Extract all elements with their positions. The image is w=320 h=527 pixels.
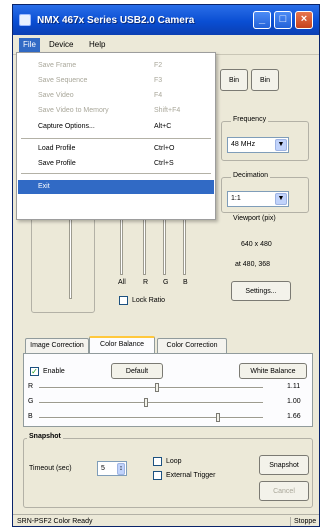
file-menu-item-shortcut: Shift+F4 <box>154 107 181 114</box>
enable-label: Enable <box>43 368 65 375</box>
file-menu-item-shortcut: Ctrl+S <box>154 160 174 167</box>
file-menu-item-label: Save Video <box>38 92 74 99</box>
gain-label-b: B <box>183 279 188 286</box>
channel-value: 1.11 <box>287 383 301 390</box>
frequency-select[interactable]: 48 MHz ▼ <box>227 137 289 153</box>
channel-label: G <box>28 398 34 405</box>
color-balance-slider-track[interactable] <box>39 402 263 404</box>
timeout-value: 5 <box>101 465 105 472</box>
bin-button-1[interactable]: Bin <box>220 69 248 91</box>
menu-separator <box>21 173 211 174</box>
spin-arrows-icon[interactable]: ↕ <box>117 463 125 475</box>
menu-device[interactable]: Device <box>45 38 77 52</box>
app-icon <box>19 14 31 26</box>
tab-color-balance[interactable]: Color Balance <box>89 336 155 354</box>
default-button[interactable]: Default <box>111 363 163 379</box>
lock-ratio-label: Lock Ratio <box>132 297 166 304</box>
color-balance-slider-track[interactable] <box>39 417 263 419</box>
camera-window: NMX 467x Series USB2.0 Camera _ □ × File… <box>12 4 320 527</box>
file-menu-item-shortcut: F4 <box>154 92 163 99</box>
file-menu-item[interactable]: Save Frame F2 <box>18 59 214 73</box>
channel-value: 1.66 <box>287 413 301 420</box>
status-bar: SRN-PSF2 Color Ready Stoppe <box>13 514 319 526</box>
bin-button-2[interactable]: Bin <box>251 69 279 91</box>
file-menu-item-label: Save Frame <box>38 62 77 69</box>
file-menu-item-shortcut: F2 <box>154 62 163 69</box>
maximize-button[interactable]: □ <box>274 11 292 29</box>
frequency-value: 48 MHz <box>231 141 256 148</box>
white-balance-button[interactable]: White Balance <box>239 363 307 379</box>
file-menu-item-label: Save Video to Memory <box>38 107 109 114</box>
chevron-down-icon[interactable]: ▼ <box>275 139 287 151</box>
tab-color-correction[interactable]: Color Correction <box>157 338 227 353</box>
file-menu-item[interactable]: Save Sequence F3 <box>18 74 214 88</box>
timeout-spinner[interactable]: 5 ↕ <box>97 461 127 476</box>
file-menu-item[interactable]: Save Video to Memory Shift+F4 <box>18 104 214 118</box>
color-balance-slider-thumb[interactable] <box>155 383 160 392</box>
channel-label: R <box>28 383 34 390</box>
external-trigger-checkbox[interactable] <box>153 471 162 480</box>
enable-checkbox[interactable]: ✓ <box>30 367 39 376</box>
file-menu-item-label: Load Profile <box>38 145 76 152</box>
viewport-size: 640 x 480 <box>241 241 272 248</box>
title-bar[interactable]: NMX 467x Series USB2.0 Camera _ □ × <box>13 5 319 35</box>
file-menu-item-label: Save Sequence <box>38 77 88 84</box>
gain-label-r: R <box>143 279 149 286</box>
menu-separator <box>21 138 211 139</box>
file-menu-item[interactable]: Capture Options... Alt+C <box>18 120 214 134</box>
lock-ratio-checkbox[interactable] <box>119 296 128 305</box>
cancel-button[interactable]: Cancel <box>259 481 309 501</box>
color-balance-slider-thumb[interactable] <box>215 413 220 422</box>
window-title: NMX 467x Series USB2.0 Camera <box>37 15 195 26</box>
file-menu-item-shortcut: F3 <box>154 77 163 84</box>
file-menu-dropdown: Save Frame F2 Save Sequence F3 Save Video F4 S… <box>16 52 216 220</box>
file-menu-item[interactable]: Save Profile Ctrl+S <box>18 157 214 171</box>
settings-button[interactable]: Settings... <box>231 281 291 301</box>
color-balance-slider-track[interactable] <box>39 387 263 389</box>
file-menu-item[interactable]: Save Video F4 <box>18 89 214 103</box>
chevron-down-icon[interactable]: ▼ <box>275 193 287 205</box>
loop-checkbox[interactable] <box>153 457 162 466</box>
exposure-slider-track[interactable] <box>69 219 72 299</box>
file-menu-item-label: Exit <box>38 183 50 190</box>
gain-label-g: G <box>163 279 169 286</box>
viewport-position: at 480, 368 <box>235 261 271 268</box>
decimation-select[interactable]: 1:1 ▼ <box>227 191 289 207</box>
file-menu-item[interactable]: Exit <box>18 180 214 194</box>
channel-label: B <box>28 413 33 420</box>
loop-label: Loop <box>166 458 182 465</box>
decimation-title: Decimation <box>231 172 271 179</box>
close-button[interactable]: × <box>295 11 313 29</box>
timeout-label: Timeout (sec) <box>29 465 72 472</box>
status-state: Stoppe <box>290 517 316 526</box>
status-text: SRN-PSF2 Color Ready <box>17 518 93 525</box>
channel-value: 1.00 <box>287 398 301 405</box>
snapshot-title: Snapshot <box>27 433 63 440</box>
minimize-button[interactable]: _ <box>253 11 271 29</box>
frequency-title: Frequency <box>231 116 269 123</box>
color-balance-slider-thumb[interactable] <box>144 398 149 407</box>
file-menu-item-label: Save Profile <box>38 160 76 167</box>
gain-label-all: All <box>118 279 126 286</box>
external-trigger-label: External Trigger <box>166 472 216 479</box>
viewport-title: Viewport (pix) <box>233 215 276 222</box>
file-menu-item-shortcut: Ctrl+O <box>154 145 175 152</box>
decimation-value: 1:1 <box>231 195 241 202</box>
tab-image-correction[interactable]: Image Correction <box>25 338 89 353</box>
snapshot-button[interactable]: Snapshot <box>259 455 309 475</box>
file-menu-item[interactable]: Load Profile Ctrl+O <box>18 142 214 156</box>
file-menu-item-label: Capture Options... <box>38 123 95 130</box>
file-menu-item-shortcut: Alt+C <box>154 123 172 130</box>
menu-help[interactable]: Help <box>85 38 109 52</box>
menu-file[interactable]: File <box>19 38 40 52</box>
